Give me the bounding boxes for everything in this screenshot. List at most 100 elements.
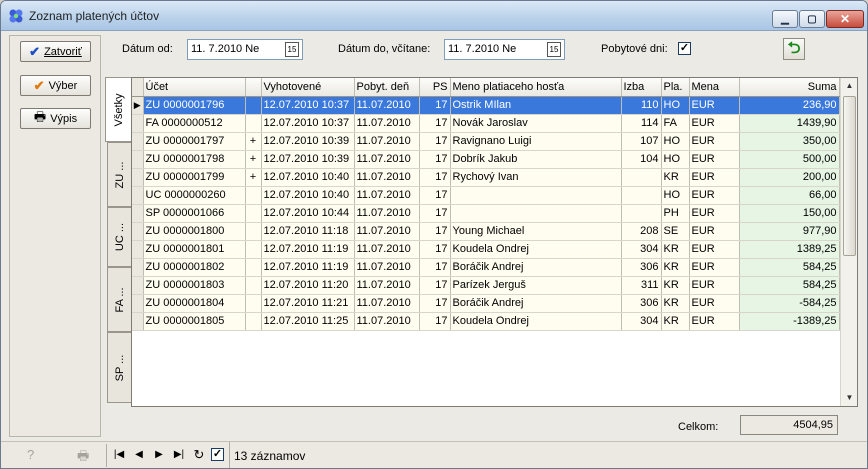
table-cell: 17 xyxy=(419,96,451,115)
table-cell: 12.07.2010 11:18 xyxy=(261,222,355,241)
first-record-icon[interactable]: |◀ xyxy=(112,447,126,463)
column-header[interactable]: Pla. xyxy=(661,78,690,97)
table-cell: EUR xyxy=(689,150,740,169)
total-label: Celkom: xyxy=(678,421,719,433)
table-row[interactable]: ZU 0000001802 12.07.2010 11:19 11.07.2010 1… xyxy=(132,258,840,277)
printer-icon[interactable]: 🖶 xyxy=(77,447,89,468)
table-cell: 306 xyxy=(621,294,662,313)
table-cell: 11.07.2010 xyxy=(354,276,420,295)
refresh-button[interactable]: ⮌ xyxy=(783,38,805,60)
table-row[interactable]: ZU 0000001803 12.07.2010 11:20 11.07.2010 1… xyxy=(132,276,840,295)
date-from-field[interactable]: 11. 7.2010 Ne 15 xyxy=(187,39,303,60)
table-row[interactable]: ZU 0000001800 12.07.2010 11:18 11.07.2010 1… xyxy=(132,222,840,241)
tab-1[interactable]: Všetky xyxy=(105,77,131,142)
maximize-button[interactable]: ▢ xyxy=(799,10,825,28)
scroll-up-icon[interactable]: ▲ xyxy=(842,78,857,94)
table-row[interactable]: ZU 0000001798 +12.07.2010 10:39 11.07.2010… xyxy=(132,150,840,169)
column-header[interactable]: Meno platiaceho hosťa xyxy=(450,78,622,97)
table-cell: 11.07.2010 xyxy=(354,150,420,169)
table-cell: 17 xyxy=(419,294,451,313)
stay-days-checkbox[interactable]: ✓ xyxy=(678,42,691,55)
table-cell: KR xyxy=(661,240,690,259)
table-cell: UC 0000000260 xyxy=(143,186,246,205)
table-cell: HO xyxy=(661,150,690,169)
tab-2[interactable]: ZU ... xyxy=(107,142,131,207)
table-cell: 1389,25 xyxy=(739,240,840,259)
table-cell: + xyxy=(245,168,262,187)
close-button[interactable]: ✔ Zatvoriť xyxy=(20,41,91,62)
refresh-icon[interactable]: ↻ xyxy=(192,447,206,463)
vertical-scrollbar[interactable]: ▲ ▼ xyxy=(840,78,857,406)
select-button[interactable]: ✔ Výber xyxy=(20,75,91,96)
print-button[interactable]: 🖶 Výpis xyxy=(20,108,91,129)
last-record-icon[interactable]: ▶| xyxy=(172,447,186,463)
table-cell: Ravignano Luigi xyxy=(450,132,622,151)
table-cell: EUR xyxy=(689,222,740,241)
table-cell: 236,90 xyxy=(739,96,840,115)
table-cell: EUR xyxy=(689,276,740,295)
column-header[interactable] xyxy=(245,78,262,97)
table-cell: 11.07.2010 xyxy=(354,114,420,133)
table-cell: 66,00 xyxy=(739,186,840,205)
status-bar: ? 🖶 |◀ ◀ ▶ ▶| ↻ ✓ 13 záznamov xyxy=(1,441,867,468)
table-cell xyxy=(621,168,662,187)
table-cell: HO xyxy=(661,132,690,151)
table-row[interactable]: UC 0000000260 12.07.2010 10:40 11.07.2010 1… xyxy=(132,186,840,205)
scroll-thumb[interactable] xyxy=(843,96,856,256)
table-row[interactable]: ZU 0000001804 12.07.2010 11:21 11.07.2010 1… xyxy=(132,294,840,313)
column-header[interactable]: PS xyxy=(419,78,451,97)
table-row[interactable]: ZU 0000001805 12.07.2010 11:25 11.07.2010 1… xyxy=(132,312,840,331)
table-cell: ZU 0000001797 xyxy=(143,132,246,151)
tab-4[interactable]: FA ... xyxy=(107,267,131,332)
table-cell xyxy=(245,204,262,223)
table-cell: 17 xyxy=(419,114,451,133)
column-header[interactable]: Izba xyxy=(621,78,662,97)
table-row[interactable]: ▶ ZU 0000001796 12.07.2010 10:37 11.07.2010… xyxy=(132,96,840,115)
column-header[interactable]: Suma xyxy=(739,78,840,97)
prev-record-icon[interactable]: ◀ xyxy=(132,447,146,463)
row-indicator xyxy=(132,186,144,205)
table-cell: ZU 0000001796 xyxy=(143,96,246,115)
table-cell: 17 xyxy=(419,240,451,259)
tab-3[interactable]: UC ... xyxy=(107,207,131,267)
stay-days-label: Pobytové dni: xyxy=(601,43,668,55)
select-button-label: Výber xyxy=(48,79,78,92)
table-cell: 12.07.2010 10:44 xyxy=(261,204,355,223)
table-cell: EUR xyxy=(689,114,740,133)
tab-5[interactable]: SP ... xyxy=(107,332,131,403)
calendar-icon[interactable]: 15 xyxy=(285,42,299,57)
table-cell: KR xyxy=(661,258,690,277)
checkmark-orange-icon: ✔ xyxy=(33,77,45,93)
table-cell: 11.07.2010 xyxy=(354,96,420,115)
help-icon[interactable]: ? xyxy=(27,447,34,462)
table-cell: 17 xyxy=(419,276,451,295)
table-row[interactable]: ZU 0000001801 12.07.2010 11:19 11.07.2010 1… xyxy=(132,240,840,259)
accounts-table: Účet Vyhotovené Pobyt. deň PS Meno platiaceh… xyxy=(131,77,858,407)
calendar-icon[interactable]: 15 xyxy=(547,42,561,57)
table-cell: ZU 0000001803 xyxy=(143,276,246,295)
table-cell: 12.07.2010 10:39 xyxy=(261,150,355,169)
table-cell: Koudela Ondrej xyxy=(450,312,622,331)
column-header[interactable]: Pobyt. deň xyxy=(354,78,420,97)
minimize-button[interactable]: ▁ xyxy=(772,10,798,28)
column-header[interactable]: Účet xyxy=(143,78,246,97)
scroll-down-icon[interactable]: ▼ xyxy=(842,390,857,406)
table-cell: 12.07.2010 10:40 xyxy=(261,186,355,205)
table-row[interactable]: ZU 0000001797 +12.07.2010 10:39 11.07.2010… xyxy=(132,132,840,151)
table-row[interactable]: ZU 0000001799 +12.07.2010 10:40 11.07.2010… xyxy=(132,168,840,187)
close-window-button[interactable]: ✕ xyxy=(826,10,864,28)
column-header[interactable]: Vyhotovené xyxy=(261,78,355,97)
printer-icon: 🖶 xyxy=(33,108,47,124)
table-cell: EUR xyxy=(689,258,740,277)
next-record-icon[interactable]: ▶ xyxy=(152,447,166,463)
table-cell: Boráčik Andrej xyxy=(450,258,622,277)
filter-checkbox[interactable]: ✓ xyxy=(211,448,224,461)
return-arrow-icon: ⮌ xyxy=(787,40,801,57)
table-row[interactable]: SP 0000001066 12.07.2010 10:44 11.07.2010 1… xyxy=(132,204,840,223)
date-to-field[interactable]: 11. 7.2010 Ne 15 xyxy=(444,39,565,60)
table-cell: EUR xyxy=(689,240,740,259)
column-header[interactable]: Mena xyxy=(689,78,740,97)
table-cell: Dobrík Jakub xyxy=(450,150,622,169)
table-cell: Rychový Ivan xyxy=(450,168,622,187)
table-row[interactable]: FA 0000000512 12.07.2010 10:37 11.07.2010 1… xyxy=(132,114,840,133)
